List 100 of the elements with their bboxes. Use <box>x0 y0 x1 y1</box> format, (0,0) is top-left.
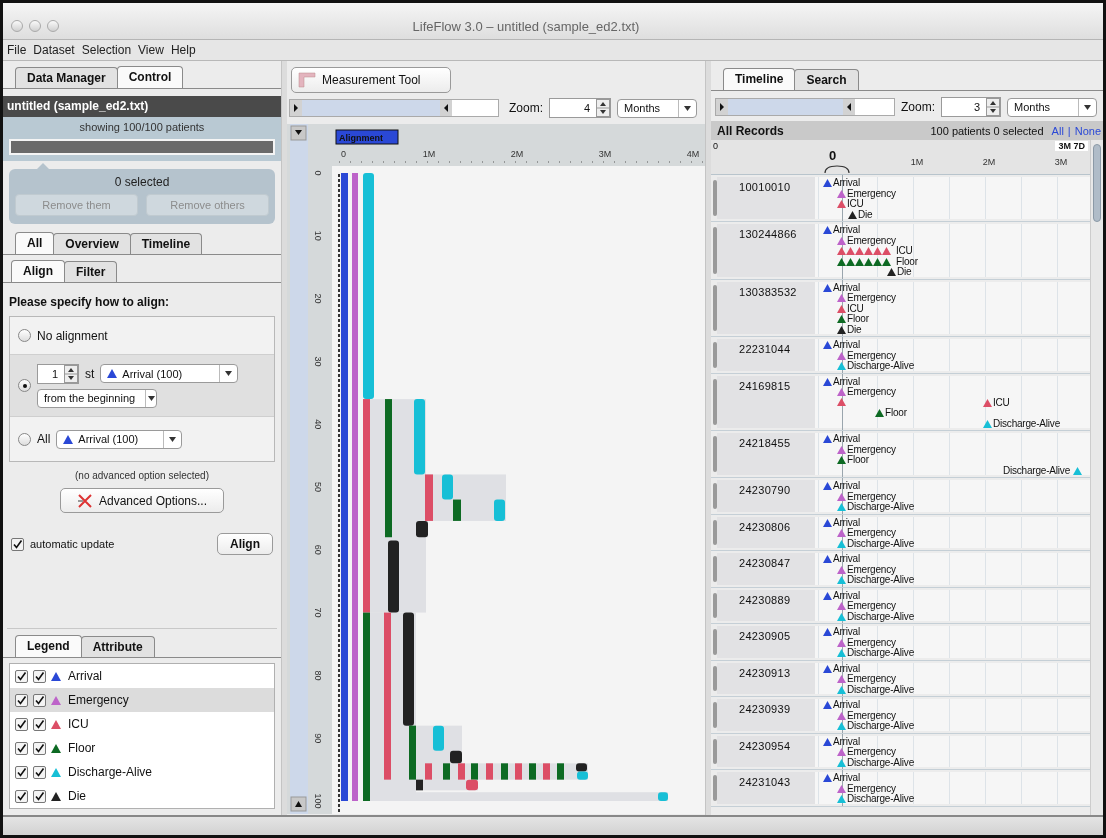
axis-label: 60 <box>313 544 323 555</box>
caret-icon <box>684 105 691 111</box>
event-label: Floor <box>896 256 918 266</box>
caret-icon <box>1084 104 1091 110</box>
spinner-field[interactable]: 3 <box>941 97 1001 117</box>
selection-summary: 100 patients 0 selected <box>930 124 1044 137</box>
patient-count: showing 100/100 patients <box>78 121 206 133</box>
option-label: No alignment <box>37 328 108 343</box>
legend-row[interactable]: Emergency <box>10 688 274 712</box>
event-label: Discharge-Alive <box>847 538 915 548</box>
advanced-options-button[interactable]: Advanced Options... <box>60 488 224 513</box>
measurement-tool-button[interactable]: Measurement Tool <box>291 67 451 93</box>
tab[interactable]: Legend <box>15 635 82 657</box>
event-label: Arrival <box>833 627 860 636</box>
checkbox[interactable] <box>15 741 28 755</box>
dropdown[interactable]: Months <box>1007 97 1097 117</box>
legend-label: ICU <box>68 717 89 731</box>
tab[interactable]: Search <box>794 69 859 90</box>
dropdown[interactable]: from the beginning <box>37 388 157 408</box>
tab[interactable]: Control <box>116 66 184 88</box>
align-button[interactable]: Align <box>217 533 273 555</box>
range-scrollbar[interactable] <box>289 99 499 117</box>
event-label: ICU <box>847 199 864 208</box>
section-title: All Records <box>717 123 785 138</box>
axis-label: 50 <box>313 482 323 492</box>
dropdown[interactable]: Arrival (100) <box>56 429 183 449</box>
vertical-scrollbar[interactable] <box>1090 140 1103 815</box>
event-label: Arrival <box>833 481 860 490</box>
spinner-field[interactable]: 4 <box>549 98 611 118</box>
checkbox[interactable] <box>15 693 28 707</box>
select-link[interactable]: All <box>1051 124 1064 137</box>
checkbox-label: automatic update <box>30 538 116 550</box>
menu-item[interactable]: Help <box>170 43 196 57</box>
menu-item[interactable]: View <box>138 43 164 57</box>
tab[interactable]: Overview <box>53 233 131 254</box>
axis-label: 80 <box>313 670 323 681</box>
tab[interactable]: Align <box>11 260 65 282</box>
bracket-icon <box>823 164 851 174</box>
slider-handle[interactable] <box>716 99 728 115</box>
legend-row[interactable]: ICU <box>10 712 274 736</box>
tab[interactable]: Attribute <box>80 636 155 657</box>
spin-arrows-icon[interactable] <box>64 364 78 383</box>
checkbox[interactable] <box>15 669 28 683</box>
checkbox[interactable] <box>11 537 24 551</box>
event-label: Arrival <box>833 225 860 234</box>
legend-row[interactable]: Floor <box>10 736 274 760</box>
select-link[interactable]: None <box>1074 124 1101 137</box>
l-shape-icon <box>298 72 316 88</box>
event-label: Emergency <box>847 491 896 501</box>
tab[interactable]: Data Manager <box>15 67 118 88</box>
axis-label: 2M <box>982 157 996 167</box>
axis-label: 90 <box>313 733 323 744</box>
event-label: Emergency <box>847 235 896 245</box>
tab[interactable]: Timeline <box>723 68 796 90</box>
instruction-text: Please specify how to align: <box>9 295 171 309</box>
expand-button[interactable] <box>290 796 307 812</box>
menu-item[interactable]: File <box>7 43 27 57</box>
legend-row[interactable]: Die <box>10 784 274 808</box>
range-scrollbar[interactable] <box>715 98 895 116</box>
dropdown[interactable]: Arrival (100) <box>100 364 239 383</box>
legend-row[interactable]: Arrival <box>10 664 274 688</box>
radio-button[interactable] <box>18 379 31 392</box>
radio-button[interactable] <box>18 329 31 342</box>
checkbox[interactable] <box>33 693 46 707</box>
slider-handle[interactable] <box>440 100 453 116</box>
menu-item[interactable]: Dataset <box>33 43 75 57</box>
option-label: All <box>37 432 51 446</box>
event-label: Arrival <box>833 663 860 673</box>
checkbox[interactable] <box>33 741 46 755</box>
separator-text: | <box>1067 124 1071 137</box>
checkbox[interactable] <box>33 669 46 683</box>
checkbox[interactable] <box>33 789 46 803</box>
event-label: Arrival <box>833 282 860 292</box>
axis-label: 1M <box>910 157 924 167</box>
tab[interactable]: Filter <box>64 261 118 282</box>
spin-arrows-icon[interactable] <box>596 99 610 117</box>
collapse-button[interactable] <box>290 125 307 141</box>
axis-label: 100 <box>313 793 323 809</box>
checkbox[interactable] <box>33 765 46 779</box>
checkbox[interactable] <box>15 717 28 731</box>
event-label: Arrival <box>833 178 860 187</box>
tab[interactable]: Timeline <box>129 233 203 254</box>
checkbox[interactable] <box>33 717 46 731</box>
spin-arrows-icon[interactable] <box>986 98 1000 116</box>
dropdown[interactable]: Months <box>617 98 697 118</box>
axis-label: 10 <box>313 230 323 241</box>
checkbox[interactable] <box>15 789 28 803</box>
tab[interactable]: All <box>15 232 55 254</box>
event-label: Die <box>897 267 912 276</box>
spinner-field[interactable]: 1 <box>37 363 79 384</box>
event-label: Emergency <box>847 387 896 396</box>
checkbox[interactable] <box>15 765 28 779</box>
legend-row[interactable]: Discharge-Alive <box>10 760 274 784</box>
event-label: Emergency <box>847 444 896 454</box>
ordinal-suffix: st <box>85 366 95 381</box>
menu-item[interactable]: Selection <box>81 43 132 57</box>
event-label: Discharge-Alive <box>993 418 1061 428</box>
slider-handle[interactable] <box>290 100 302 116</box>
radio-button[interactable] <box>18 432 31 446</box>
range-label: 3M 7D <box>1055 141 1088 151</box>
